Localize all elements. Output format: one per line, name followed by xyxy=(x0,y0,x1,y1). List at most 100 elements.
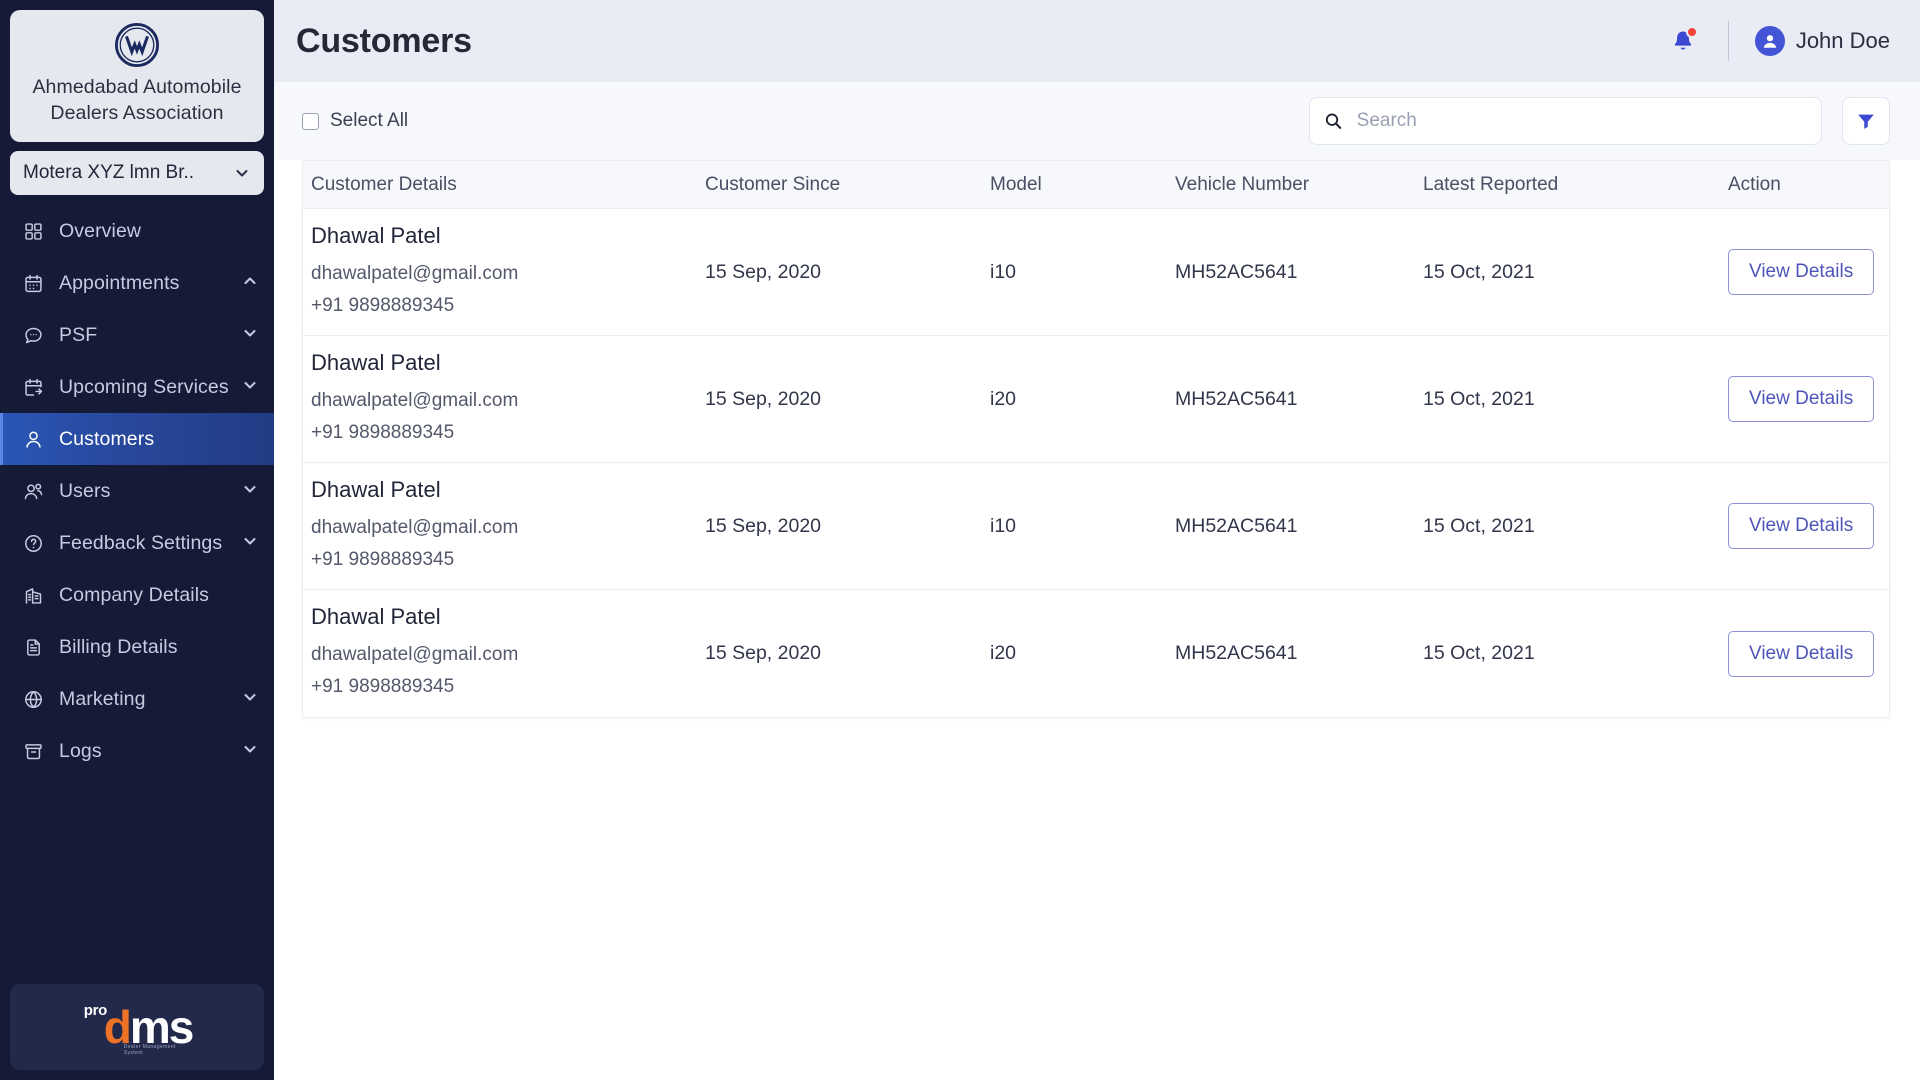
sidebar-item-psf[interactable]: PSF xyxy=(0,309,274,361)
select-all-label: Select All xyxy=(330,110,409,131)
search-box[interactable] xyxy=(1309,97,1822,145)
chevron-down-icon[interactable] xyxy=(242,325,258,346)
header-divider xyxy=(1727,21,1729,61)
sidebar-item-label: Feedback Settings xyxy=(59,531,223,554)
document-icon xyxy=(22,636,44,658)
table-row: Dhawal Patel dhawalpatel@gmail.com +91 9… xyxy=(303,209,1889,336)
prodms-logo: pro dms Dealer Management System xyxy=(10,984,264,1070)
cell-action: View Details xyxy=(1720,503,1889,549)
user-name: John Doe xyxy=(1795,28,1890,53)
sidebar-item-upcoming-services[interactable]: Upcoming Services xyxy=(0,361,274,413)
cell-customer-since: 15 Sep, 2020 xyxy=(705,642,822,664)
view-details-button[interactable]: View Details xyxy=(1728,630,1875,677)
filter-button[interactable] xyxy=(1842,97,1890,145)
chevron-up-icon[interactable] xyxy=(242,273,258,294)
customer-name: Dhawal Patel xyxy=(311,349,441,375)
sidebar-item-marketing[interactable]: Marketing xyxy=(0,673,274,725)
sidebar-item-label: Logs xyxy=(59,739,102,762)
sidebar-item-users[interactable]: Users xyxy=(0,465,274,517)
column-header-latest-reported: Latest Reported xyxy=(1423,173,1559,195)
top-header: Customers John Doe xyxy=(274,0,1920,82)
notification-button[interactable] xyxy=(1666,24,1700,58)
table-row: Dhawal Patel dhawalpatel@gmail.com +91 9… xyxy=(303,336,1889,463)
column-header-model: Model xyxy=(990,173,1042,195)
chevron-down-icon[interactable] xyxy=(242,481,258,502)
page-title: Customers xyxy=(296,21,472,60)
calendar-next-icon xyxy=(22,376,44,398)
sidebar-item-billing-details[interactable]: Billing Details xyxy=(0,621,274,673)
chevron-down-icon[interactable] xyxy=(242,377,258,398)
chevron-down-icon[interactable] xyxy=(242,741,258,762)
user-icon xyxy=(22,428,44,450)
view-details-button[interactable]: View Details xyxy=(1728,376,1875,422)
archive-icon xyxy=(22,740,44,762)
cell-model: i10 xyxy=(990,260,1017,283)
prodms-tagline: Dealer Management System xyxy=(123,1044,176,1056)
cell-customer-details: Dhawal Patel dhawalpatel@gmail.com +91 9… xyxy=(303,350,697,449)
search-input[interactable] xyxy=(1356,110,1807,132)
customer-phone: +91 9898889345 xyxy=(311,676,455,697)
cell-model: i20 xyxy=(990,642,1017,664)
table-row: Dhawal Patel dhawalpatel@gmail.com +91 9… xyxy=(303,590,1889,717)
cell-customer-since: 15 Sep, 2020 xyxy=(705,260,822,283)
header-actions: John Doe xyxy=(1666,21,1890,61)
sidebar-nav: Overview Appointments PSF Upcoming Services… xyxy=(0,205,274,984)
cell-action: View Details xyxy=(1720,376,1889,422)
column-header-action: Action xyxy=(1728,173,1781,195)
customer-email: dhawalpatel@gmail.com xyxy=(311,516,519,538)
calendar-icon xyxy=(22,272,44,294)
cell-latest-reported: 15 Oct, 2021 xyxy=(1423,642,1535,664)
user-menu[interactable]: John Doe xyxy=(1754,26,1890,56)
sidebar-item-label: Marketing xyxy=(59,687,146,710)
sidebar-item-label: Overview xyxy=(59,219,142,242)
customer-phone: +91 9898889345 xyxy=(311,421,455,443)
question-icon xyxy=(22,532,44,554)
cell-customer-details: Dhawal Patel dhawalpatel@gmail.com +91 9… xyxy=(303,223,697,322)
sidebar: Ahmedabad Automobile Dealers Association… xyxy=(0,0,274,1080)
sidebar-item-label: Billing Details xyxy=(59,635,178,658)
sidebar-item-label: Upcoming Services xyxy=(59,375,229,398)
grid-icon xyxy=(22,220,44,242)
search-icon xyxy=(1325,113,1342,129)
column-header-vehicle-number: Vehicle Number xyxy=(1175,173,1310,195)
cell-customer-since: 15 Sep, 2020 xyxy=(705,514,822,537)
table-toolbar: Select All xyxy=(274,82,1920,160)
cell-vehicle-number: MH52AC5641 xyxy=(1175,260,1298,283)
sidebar-item-feedback-settings[interactable]: Feedback Settings xyxy=(0,517,274,569)
sidebar-item-customers[interactable]: Customers xyxy=(0,413,274,465)
notification-badge-dot xyxy=(1685,26,1698,38)
cell-latest-reported: 15 Oct, 2021 xyxy=(1423,387,1535,410)
customer-name: Dhawal Patel xyxy=(311,222,441,248)
sidebar-item-logs[interactable]: Logs xyxy=(0,725,274,777)
select-all-control[interactable]: Select All xyxy=(302,110,408,132)
chevron-down-icon[interactable] xyxy=(242,689,258,710)
toolbar-right-group xyxy=(1309,97,1890,145)
sidebar-item-company-details[interactable]: Company Details xyxy=(0,569,274,621)
chevron-down-icon xyxy=(236,170,248,177)
cell-customer-since: 15 Sep, 2020 xyxy=(705,387,822,410)
sidebar-item-overview[interactable]: Overview xyxy=(0,205,274,257)
chevron-down-icon[interactable] xyxy=(242,533,258,554)
customer-email: dhawalpatel@gmail.com xyxy=(311,262,519,284)
sidebar-item-label: PSF xyxy=(59,323,98,346)
view-details-button[interactable]: View Details xyxy=(1728,503,1875,549)
customer-email: dhawalpatel@gmail.com xyxy=(311,644,519,665)
branch-label: Motera XYZ lmn Br.. xyxy=(23,162,195,183)
branch-selector[interactable]: Motera XYZ lmn Br.. xyxy=(10,151,264,195)
view-details-button[interactable]: View Details xyxy=(1728,249,1875,295)
sidebar-item-appointments[interactable]: Appointments xyxy=(0,257,274,309)
globe-icon xyxy=(22,688,44,710)
customers-table: Customer Details Customer Since Model Vehic… xyxy=(302,160,1890,718)
cell-customer-details: Dhawal Patel dhawalpatel@gmail.com +91 9… xyxy=(303,604,697,703)
table-row: Dhawal Patel dhawalpatel@gmail.com +91 9… xyxy=(303,463,1889,590)
select-all-checkbox[interactable] xyxy=(302,112,319,130)
cell-model: i20 xyxy=(990,387,1017,410)
customer-phone: +91 9898889345 xyxy=(311,548,455,570)
cell-model: i10 xyxy=(990,514,1017,537)
cell-vehicle-number: MH52AC5641 xyxy=(1175,642,1298,664)
main-content: Customers John Doe Select All Search Cus… xyxy=(274,0,1920,1080)
customer-name: Dhawal Patel xyxy=(311,476,441,502)
chat-icon xyxy=(22,324,44,346)
customer-email: dhawalpatel@gmail.com xyxy=(311,389,519,411)
sidebar-item-label: Company Details xyxy=(59,583,209,606)
